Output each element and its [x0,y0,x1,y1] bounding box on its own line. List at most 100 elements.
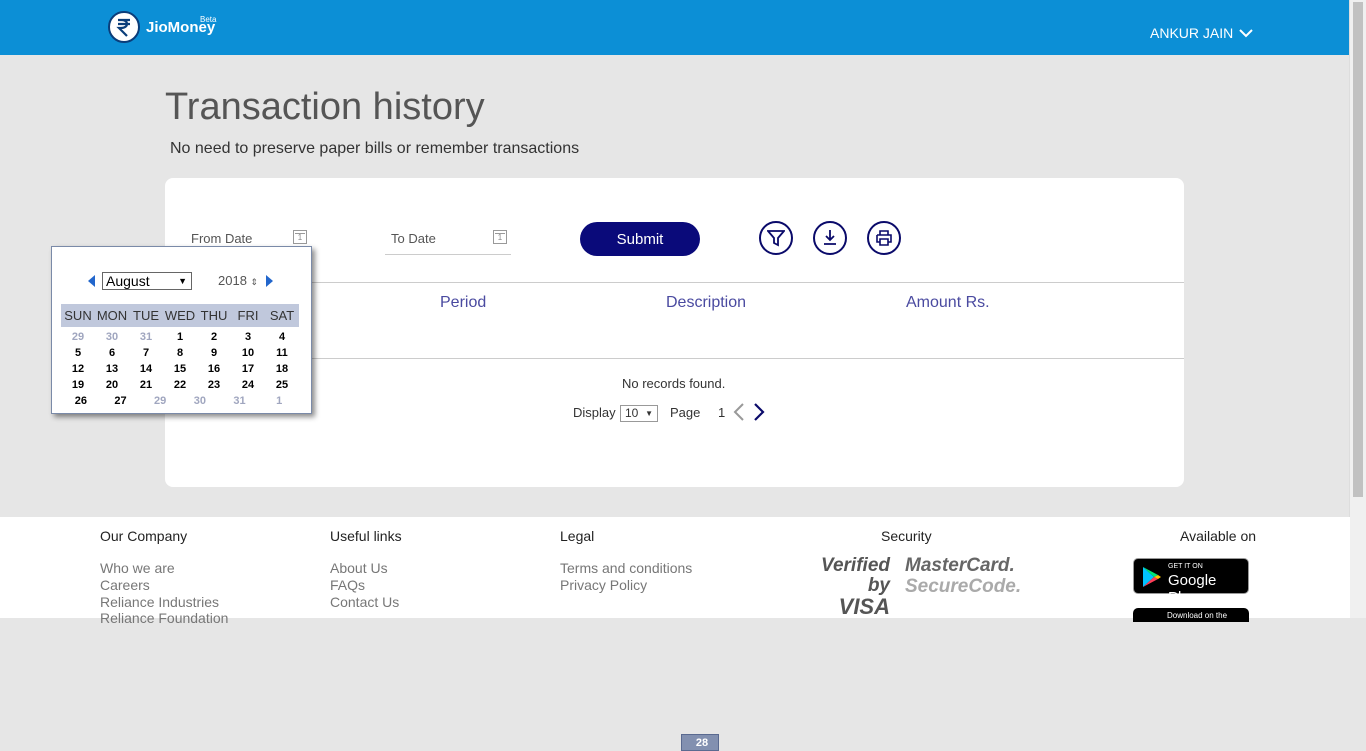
calendar-day[interactable]: 3 [231,329,265,345]
display-label: Display [573,405,616,420]
calendar-day[interactable]: 13 [95,361,129,377]
top-navbar: JioMoney Beta ANKUR JAIN [0,0,1350,55]
calendar-day[interactable]: 11 [265,345,299,361]
calendar-day[interactable]: 10 [231,345,265,361]
weekday-label: FRI [237,308,259,323]
weekday-label: SAT [269,308,295,323]
calendar-day[interactable]: 7 [129,345,163,361]
user-name: ANKUR JAIN [1150,25,1234,41]
calendar-icon[interactable]: 1 [493,230,507,244]
previous-page-icon[interactable] [733,403,745,421]
calendar-day[interactable]: 16 [197,361,231,377]
selected-month: August [106,273,150,289]
calendar-day[interactable]: 30 [180,393,220,409]
print-icon [876,230,892,246]
footer-link-contact-us[interactable]: Contact Us [330,594,399,610]
footer-link-reliance-foundation[interactable]: Reliance Foundation [100,610,228,626]
calendar-week-row: 5 6 7 8 9 10 11 [61,345,299,361]
calendar-day[interactable]: 14 [129,361,163,377]
calendar-week-row: 26 27 28 29 30 31 1 [61,393,719,751]
page-size-value: 10 [625,406,639,420]
beta-badge: Beta [200,15,217,24]
calendar-day[interactable]: 17 [231,361,265,377]
from-date-label: From Date [191,231,253,246]
calendar-day[interactable]: 12 [61,361,95,377]
calendar-day[interactable]: 24 [231,377,265,393]
calendar-day[interactable]: 1 [163,329,197,345]
calendar-day[interactable]: 31 [129,329,163,345]
calendar-day[interactable]: 5 [61,345,95,361]
filter-button[interactable] [759,221,793,255]
footer-link-about-us[interactable]: About Us [330,560,388,576]
table-header-bottom-divider [165,358,1184,359]
scrollbar-thumb[interactable] [1353,2,1363,497]
date-picker-popup: August ▼ 2018 ⇕ SUN MON TUE WED THU FRI … [51,246,719,751]
calendar-day[interactable]: 19 [61,377,95,393]
vertical-scrollbar[interactable] [1349,0,1366,618]
calendar-day[interactable]: 23 [197,377,231,393]
footer-link-reliance-industries[interactable]: Reliance Industries [100,594,219,610]
calendar-day[interactable]: 4 [265,329,299,345]
footer-link-careers[interactable]: Careers [100,577,150,593]
page-label: Page [670,405,701,420]
calendar-day[interactable]: 1 [259,393,299,409]
download-icon [824,230,836,245]
calendar-day[interactable]: 29 [61,329,95,345]
next-month-icon[interactable] [266,275,273,287]
verified-by-visa-logo: Verified by VISA [821,555,890,619]
weekday-label: WED [164,308,196,323]
rupee-logo-icon [108,11,140,43]
weekday-label: MON [96,308,128,323]
chevron-down-icon [1239,28,1253,37]
calendar-day[interactable]: 30 [95,329,129,345]
calendar-day[interactable]: 15 [163,361,197,377]
user-menu[interactable]: ANKUR JAIN [1150,25,1253,41]
footer-link-terms[interactable]: Terms and conditions [560,560,692,576]
weekday-label: THU [200,308,228,323]
calendar-day[interactable]: 2 [197,329,231,345]
calendar-day[interactable]: 21 [129,377,163,393]
footer-link-faqs[interactable]: FAQs [330,577,365,593]
submit-button[interactable]: Submit [580,222,700,256]
calendar-day-selected[interactable]: 28 [681,734,719,751]
calendar-day[interactable]: 8 [163,345,197,361]
calendar-day[interactable]: 9 [197,345,231,361]
calendar-icon[interactable]: 1 [293,230,307,244]
download-button[interactable] [813,221,847,255]
print-button[interactable] [867,221,901,255]
calendar-day[interactable]: 27 [101,393,141,409]
previous-month-icon[interactable] [88,275,95,287]
calendar-day[interactable]: 31 [220,393,260,409]
next-page-icon[interactable] [753,403,765,421]
footer-heading-our-company: Our Company [100,528,188,544]
to-date-label: To Date [391,231,436,246]
calendar-day[interactable]: 25 [265,377,299,393]
calendar-week-row: 12 13 14 15 16 17 18 [61,361,299,377]
year-stepper[interactable]: 2018 ⇕ [218,273,258,288]
footer-heading-security: Security [881,528,932,544]
column-header-amount[interactable]: Amount Rs. [906,294,990,312]
google-play-badge[interactable]: GET IT ON Google Play [1133,558,1249,606]
calendar-week-row: 29 30 31 1 2 3 4 [61,329,299,345]
selected-year: 2018 [218,273,247,288]
calendar-day[interactable]: 20 [95,377,129,393]
calendar-day[interactable]: 22 [163,377,197,393]
footer-link-privacy-policy[interactable]: Privacy Policy [560,577,647,593]
column-header-description[interactable]: Description [666,294,746,312]
page-subtitle: No need to preserve paper bills or remem… [170,140,580,157]
page-title: Transaction history [165,86,485,128]
month-select[interactable]: August ▼ [102,272,192,290]
app-store-badge[interactable]: Download on the [1133,608,1249,622]
weekday-label: TUE [133,308,159,323]
calendar-day[interactable]: 18 [265,361,299,377]
google-play-icon [1143,567,1161,587]
calendar-day[interactable]: 29 [140,393,180,409]
calendar-day[interactable]: 6 [95,345,129,361]
to-date-field[interactable]: To Date 1 [385,228,511,255]
dropdown-arrow-icon: ▼ [645,409,653,418]
column-header-period[interactable]: Period [440,294,486,312]
page-size-select[interactable]: 10 ▼ [620,405,658,422]
jiomoney-logo[interactable]: JioMoney Beta [108,11,217,43]
footer-link-who-we-are[interactable]: Who we are [100,560,175,576]
calendar-day[interactable]: 26 [61,393,101,409]
